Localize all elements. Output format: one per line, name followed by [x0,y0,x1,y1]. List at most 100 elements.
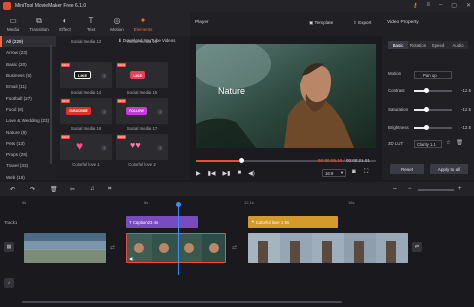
category-item[interactable]: Pets (13) [0,138,56,149]
tab-text[interactable]: T Text [78,12,104,36]
add-clip-icon[interactable]: ⇄ [412,242,422,252]
saturation-slider[interactable] [414,107,452,112]
download-icon[interactable]: ↓ [101,145,107,151]
element-item[interactable]: NEW ♥♥ ↓ Colorful love 2 [116,134,168,167]
playback-controls: ▶ ▮◀ ▶▮ ■ ◀) [196,169,255,177]
zoom-slider[interactable] [418,189,454,191]
tab-rotation[interactable]: Rotation [408,41,428,49]
category-item[interactable]: Arrow (23) [0,47,56,58]
split-icon[interactable]: ✂ [70,186,75,193]
caption-clip[interactable]: T Caption23 4s [126,216,198,228]
category-item[interactable]: Nature (8) [0,126,56,137]
video-property-panel: Video Property Basic Rotation Speed Audi… [382,12,474,180]
minimize-icon[interactable]: – [439,2,442,9]
maximize-icon[interactable]: ▢ [451,2,457,9]
tab-motion[interactable]: ◎ Motion [104,12,130,36]
element-item[interactable]: Social media 12 [60,37,112,44]
elements-icon: ✦ [139,15,147,25]
contrast-value[interactable]: -12.5 [461,88,471,93]
category-item[interactable]: All (229) [0,36,56,48]
crop-icon[interactable]: ⌗ [108,186,111,193]
video-clip-selected[interactable]: ◀) [126,233,226,263]
music-track-icon: ♪ [4,278,14,288]
download-icon[interactable]: ↓ [157,145,163,151]
subscribe-sticker: SUBSCRIBE [66,107,91,115]
transition-slot-icon[interactable]: ⇄ [110,244,115,251]
download-icon[interactable]: ↓ [101,109,107,115]
motion-icon: ◎ [113,15,121,25]
close-icon[interactable]: ✕ [466,2,471,9]
aspect-ratio-select[interactable]: 16:9 ▾ [322,169,346,177]
stop-icon[interactable]: ■ [237,170,241,176]
saturation-value[interactable]: -12.5 [461,107,471,112]
progress-knob[interactable] [238,158,244,163]
video-preview[interactable]: Nature [196,44,376,148]
transition-slot-icon[interactable]: ⇄ [232,244,237,251]
text-icon: T [88,15,94,25]
category-item[interactable]: Email (11) [0,81,56,92]
audio-edit-icon[interactable]: ♫ [90,186,95,192]
category-item[interactable]: Love & Wedding (23) [0,115,56,126]
snapshot-icon[interactable]: ◙ [352,169,356,175]
trash-icon[interactable]: 🗑 [456,140,463,146]
previous-frame-icon[interactable]: ▮◀ [208,170,216,177]
timeline-scrollbar[interactable] [22,301,342,303]
category-item[interactable]: Web (19) [0,172,56,180]
lut-select[interactable]: Clarity 1.1 [414,140,442,148]
export-button[interactable]: ⇪ Export [353,20,371,26]
video-clip[interactable] [248,233,408,263]
volume-icon[interactable]: ◀) [248,170,255,177]
element-item[interactable]: Social media 13 [116,37,168,44]
tab-elements[interactable]: ✦ Elements [130,12,156,36]
heart-icon: ♥ [76,139,84,153]
follow-sticker: FOLLOW [126,107,147,115]
apply-to-all-button[interactable]: Apply to all [430,164,468,174]
contrast-slider[interactable] [414,88,452,93]
delete-icon[interactable]: 🗑 [50,186,58,193]
zoom-out-icon[interactable]: − [408,186,412,192]
category-scrollbar[interactable] [50,44,52,164]
brightness-value[interactable]: -12.5 [461,125,471,130]
zoom-in-icon[interactable]: + [458,186,462,192]
timecode: 00:00:05.10 / 00:00:21.01 [318,158,370,163]
video-clip[interactable] [24,233,106,263]
menu-icon[interactable]: ≡ [426,2,430,9]
elements-grid: ⬇ Download YouTube Videos Social media 1… [50,36,190,180]
tab-speed[interactable]: Speed [428,41,448,49]
category-item[interactable]: Props (28) [0,149,56,160]
app-logo-icon [3,2,11,10]
next-frame-icon[interactable]: ▶▮ [223,170,231,177]
undo-icon[interactable]: ↶ [10,186,15,193]
tab-media[interactable]: ▭ Media [0,12,26,36]
category-item[interactable]: Football (27) [0,92,56,103]
key-icon[interactable]: ⚷ [413,2,417,9]
motion-select[interactable]: Pan up [414,71,452,79]
brightness-slider[interactable] [414,125,452,130]
template-button[interactable]: ▣ Template [309,20,333,26]
download-icon[interactable]: ↓ [101,73,107,79]
category-item[interactable]: Basic (20) [0,59,56,70]
download-icon[interactable]: ↓ [157,109,163,115]
category-item[interactable]: Travel (33) [0,160,56,171]
element-item[interactable]: NEW SUBSCRIBE ↓ Social media 16 [60,98,112,131]
tab-audio[interactable]: Audio [448,41,468,49]
category-item[interactable]: Business (5) [0,70,56,81]
play-icon[interactable]: ▶ [196,170,201,177]
reset-button[interactable]: Reset [390,164,424,174]
fullscreen-icon[interactable]: ⛶ [364,169,368,176]
element-clip[interactable]: ✦ Colorful love 1 5s [248,216,338,228]
element-item[interactable]: NEW FOLLOW ↓ Social media 17 [116,98,168,131]
element-item[interactable]: NEW LIKE Social media 15 [116,62,168,95]
category-item[interactable]: Food (8) [0,104,56,115]
playhead[interactable] [178,205,179,275]
tab-basic[interactable]: Basic [388,41,408,49]
favorite-icon[interactable]: ☆ [446,140,451,146]
element-item[interactable]: NEW LIKE ↓ Social media 14 [60,62,112,95]
element-item[interactable]: NEW ♥ ↓ Colorful love 1 [60,134,112,167]
tab-transition[interactable]: ⧉ Transition [26,12,52,36]
zoom-fit-icon[interactable]: ⇔ [392,186,398,192]
redo-icon[interactable]: ↷ [30,186,35,193]
chevron-down-icon: ▾ [340,170,343,175]
tab-effect[interactable]: ◐ Effect [52,12,78,36]
preview-image [196,44,376,148]
